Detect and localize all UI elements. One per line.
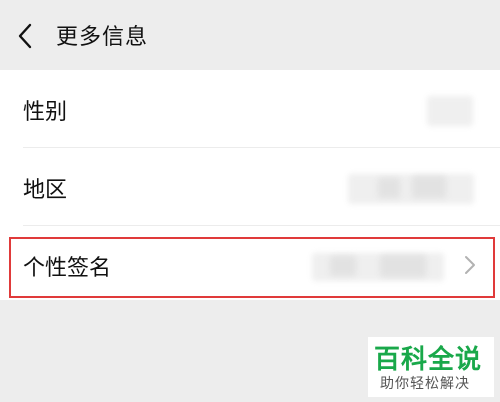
signature-value-redacted-part [380,255,426,277]
region-value-redacted-part [378,178,400,198]
list-item-signature[interactable]: 个性签名 [0,226,500,303]
region-value-redacted-part [412,176,446,198]
watermark-title: 百科全说 [374,345,483,375]
region-label: 地区 [23,178,68,203]
top-bar: 更多信息 [0,0,500,70]
watermark-logo: 百科全说 助你轻松解决 [368,337,494,397]
list-item-region[interactable]: 地区 [0,148,500,225]
back-button[interactable] [12,20,40,52]
page-title: 更多信息 [56,25,149,50]
chevron-right-icon [463,253,477,277]
info-list: 性别 地区 个性签名 [0,70,500,300]
signature-value-redacted-part [330,256,356,276]
list-item-gender[interactable]: 性别 [0,70,500,147]
chevron-left-icon [18,23,32,49]
region-value-redacted [348,174,474,204]
watermark-subtitle: 助你轻松解决 [380,376,470,392]
gender-label: 性别 [23,100,68,125]
gender-value-redacted [427,96,473,126]
signature-label: 个性签名 [23,256,112,281]
